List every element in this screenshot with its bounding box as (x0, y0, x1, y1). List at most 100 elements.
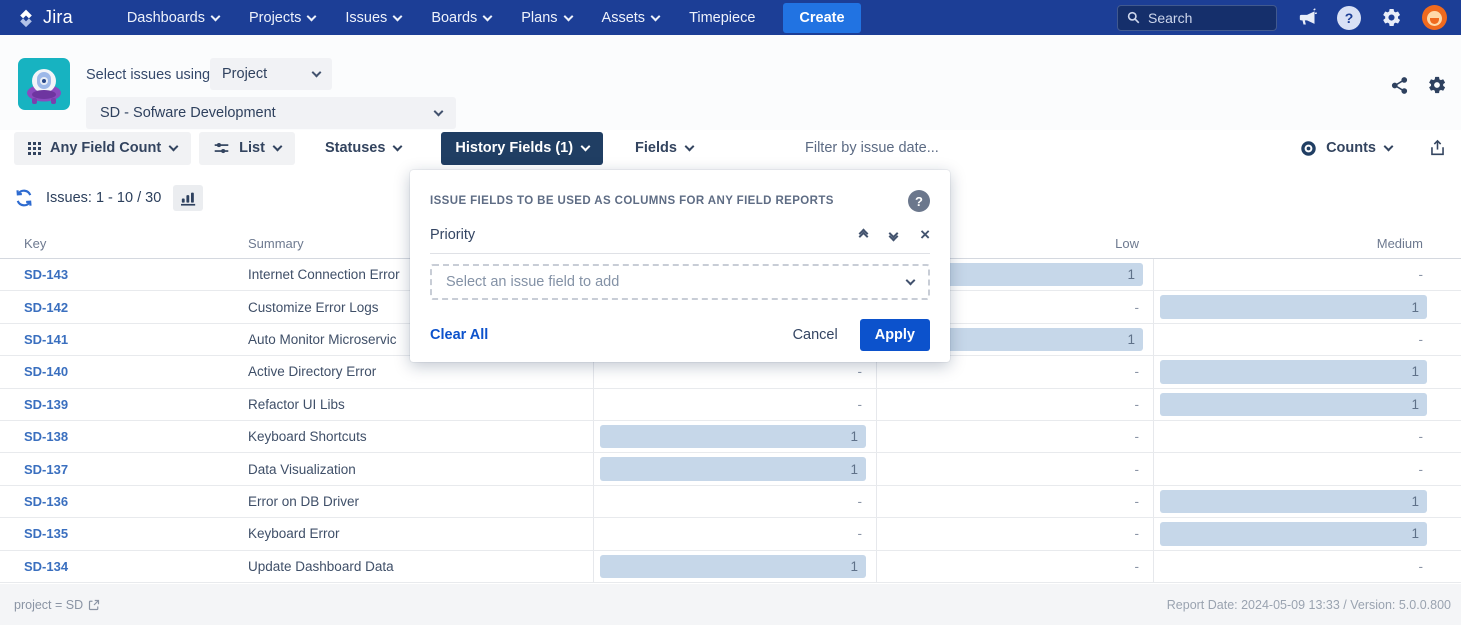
issue-source-dropdown[interactable]: Project (210, 58, 332, 90)
settings-gear-icon[interactable] (1427, 75, 1447, 95)
count-value: 1 (850, 429, 858, 444)
value-cell: 1 (1153, 518, 1437, 549)
issue-key-link[interactable]: SD-139 (24, 397, 68, 412)
export-icon[interactable] (1428, 138, 1447, 158)
fields-dropdown[interactable]: Fields (621, 132, 707, 165)
issue-key-link[interactable]: SD-136 (24, 494, 68, 509)
nav-item-dashboards[interactable]: Dashboards (127, 10, 219, 26)
nav-item-issues[interactable]: Issues (345, 10, 401, 26)
apply-button[interactable]: Apply (860, 319, 930, 351)
empty-value: - (1135, 429, 1140, 444)
value-cell: - (1153, 324, 1437, 355)
field-name-label: Priority (430, 227, 475, 243)
clear-all-link[interactable]: Clear All (430, 327, 488, 343)
move-down-icon[interactable] (890, 230, 897, 240)
counts-dropdown[interactable]: Counts (1286, 132, 1406, 165)
count-bar: 1 (1160, 490, 1427, 513)
count-bar: 1 (1160, 295, 1427, 318)
bar-chart-icon (180, 191, 197, 206)
issue-key-link[interactable]: SD-135 (24, 526, 68, 541)
table-row: SD-138Keyboard Shortcuts1-- (0, 421, 1461, 453)
count-value: 1 (1411, 526, 1419, 541)
create-button[interactable]: Create (783, 3, 860, 33)
value-cell: - (1153, 259, 1437, 290)
value-cell: - (876, 421, 1153, 452)
nav-item-assets[interactable]: Assets (602, 10, 660, 26)
statuses-dropdown[interactable]: Statuses (311, 132, 415, 165)
value-cell: 1 (1153, 356, 1437, 387)
issue-key-link[interactable]: SD-140 (24, 364, 68, 379)
column-header: Key (0, 228, 248, 258)
chart-view-button[interactable] (173, 185, 203, 211)
nav-item-timepiece[interactable]: Timepiece (689, 10, 755, 26)
count-value: 1 (1411, 300, 1419, 315)
key-cell: SD-139 (0, 389, 248, 420)
cancel-button[interactable]: Cancel (793, 327, 838, 343)
history-fields-dropdown[interactable]: History Fields (1) (441, 132, 603, 165)
issue-key-link[interactable]: SD-134 (24, 559, 68, 574)
count-bar: 1 (600, 457, 866, 480)
count-value: 1 (850, 559, 858, 574)
chevron-down-icon (211, 11, 221, 21)
empty-value: - (1135, 364, 1140, 379)
issue-key-link[interactable]: SD-143 (24, 267, 68, 282)
key-cell: SD-136 (0, 486, 248, 517)
issue-fields-popup: ISSUE FIELDS TO BE USED AS COLUMNS FOR A… (410, 170, 950, 362)
value-cell: 1 (1153, 389, 1437, 420)
user-avatar[interactable] (1422, 5, 1447, 30)
any-field-count-dropdown[interactable]: Any Field Count (14, 132, 191, 165)
issue-key-link[interactable]: SD-141 (24, 332, 68, 347)
count-value: 1 (1127, 332, 1135, 347)
summary-cell: Keyboard Error (248, 518, 593, 549)
refresh-icon[interactable] (14, 188, 34, 208)
external-link-icon[interactable] (88, 599, 100, 611)
value-cell: - (876, 389, 1153, 420)
value-cell: 1 (1153, 486, 1437, 517)
grid-icon (28, 142, 41, 155)
table-row: SD-137Data Visualization1-- (0, 453, 1461, 485)
remove-field-icon[interactable]: × (920, 226, 930, 243)
value-cell: - (876, 453, 1153, 484)
project-value: SD - Sofware Development (100, 105, 276, 121)
issues-count-label: Issues: 1 - 10 / 30 (46, 190, 161, 206)
jira-logo[interactable]: Jira (0, 7, 87, 28)
value-cell: 1 (593, 551, 876, 582)
move-up-icon[interactable] (860, 230, 867, 240)
empty-value: - (1135, 462, 1140, 477)
share-icon[interactable] (1390, 75, 1409, 95)
summary-cell: Update Dashboard Data (248, 551, 593, 582)
chevron-down-icon (312, 68, 322, 78)
issue-key-link[interactable]: SD-138 (24, 429, 68, 444)
gear-icon[interactable] (1381, 7, 1402, 28)
count-bar: 1 (1160, 522, 1427, 545)
value-cell: - (1153, 421, 1437, 452)
footer-report-info: Report Date: 2024-05-09 13:33 / Version:… (1167, 598, 1451, 612)
popup-help-icon[interactable]: ? (908, 190, 930, 212)
count-bar: 1 (1160, 393, 1427, 416)
nav-item-projects[interactable]: Projects (249, 10, 315, 26)
add-field-placeholder: Select an issue field to add (446, 274, 619, 290)
count-bar: 1 (600, 425, 866, 448)
add-field-select[interactable]: Select an issue field to add (430, 264, 930, 300)
nav-item-boards[interactable]: Boards (431, 10, 491, 26)
issue-date-filter-input[interactable]: Filter by issue date... (805, 140, 939, 156)
summary-cell: Data Visualization (248, 453, 593, 484)
nav-menus: Dashboards Projects Issues Boards Plans Asset… (127, 10, 756, 26)
issue-key-link[interactable]: SD-137 (24, 462, 68, 477)
empty-value: - (1135, 300, 1140, 315)
megaphone-icon[interactable] (1297, 8, 1317, 28)
search-input[interactable]: Search (1117, 5, 1277, 31)
key-cell: SD-140 (0, 356, 248, 387)
key-cell: SD-134 (0, 551, 248, 582)
column-header: Medium (1153, 228, 1437, 258)
value-cell: 1 (1153, 291, 1437, 322)
report-header: Select issues using Project SD - Sofware… (0, 35, 1461, 130)
project-dropdown[interactable]: SD - Sofware Development (86, 97, 456, 129)
issue-key-link[interactable]: SD-142 (24, 300, 68, 315)
list-view-dropdown[interactable]: List (199, 132, 295, 165)
application-window: Jira Dashboards Projects Issues Boards Plans… (0, 0, 1461, 625)
empty-value: - (1135, 559, 1140, 574)
nav-item-plans[interactable]: Plans (521, 10, 571, 26)
chevron-down-icon (169, 142, 179, 152)
help-icon[interactable]: ? (1337, 6, 1361, 30)
